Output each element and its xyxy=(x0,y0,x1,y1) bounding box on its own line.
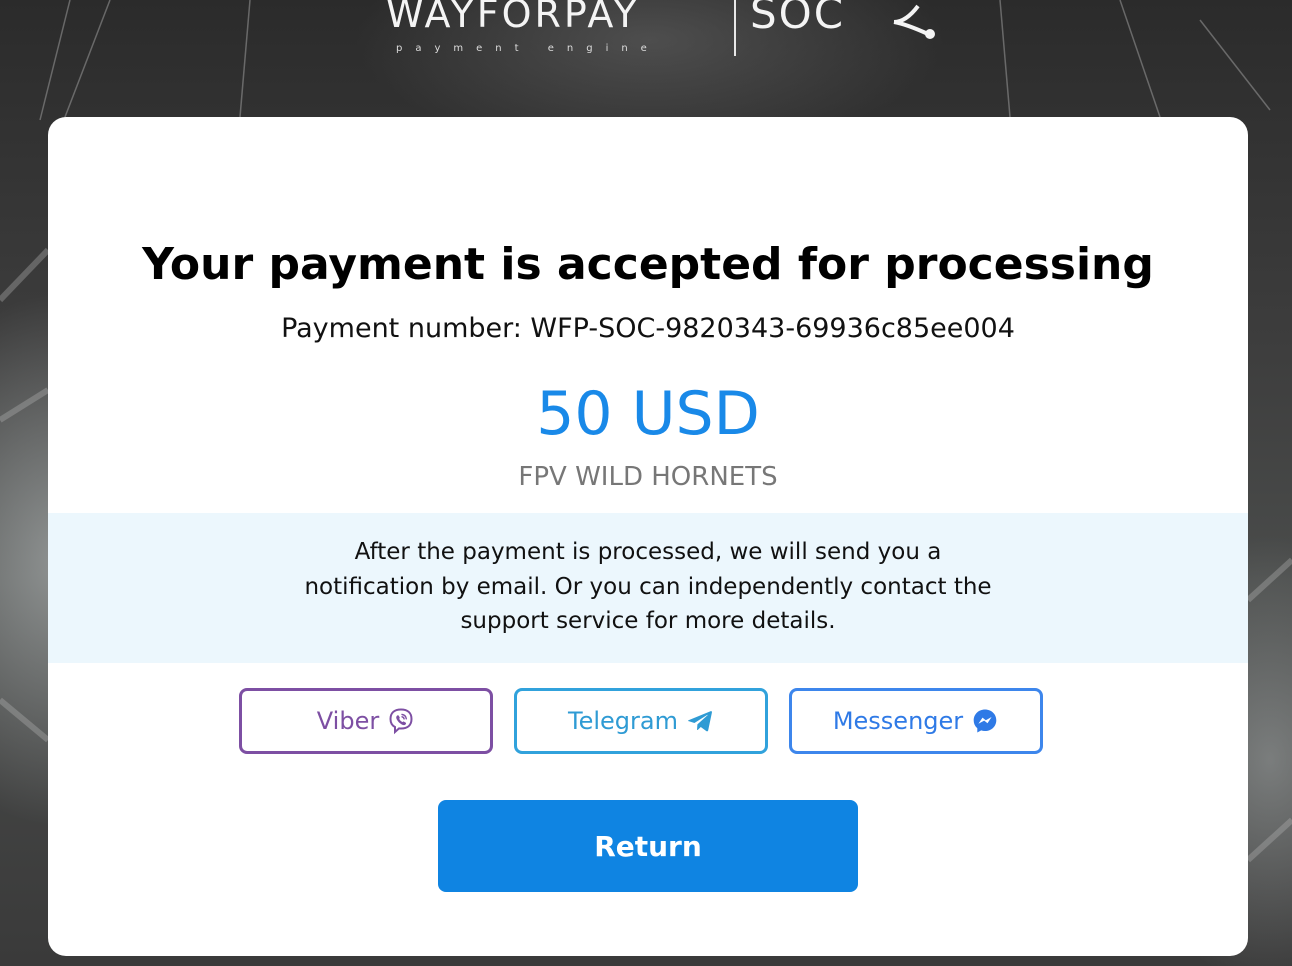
return-button[interactable]: Return xyxy=(438,800,858,892)
notice-text: After the payment is processed, we will … xyxy=(304,539,992,634)
share-icon xyxy=(893,4,935,39)
viber-icon xyxy=(389,708,413,735)
brand-name: WAYFORPAY xyxy=(386,0,640,36)
payment-result-card: Your payment is accepted for processing … xyxy=(48,117,1248,956)
messenger-icon xyxy=(973,709,997,733)
merchant-name: FPV WILD HORNETS xyxy=(518,462,778,492)
wayforpay-soc-logo: WAYFORPAY payment engine SOC xyxy=(380,0,940,62)
telegram-icon xyxy=(688,711,712,732)
logo-divider xyxy=(734,0,736,56)
support-contacts: Viber Telegram Messenger xyxy=(239,688,1051,760)
payment-amount: 50 USD xyxy=(536,379,760,449)
messenger-button[interactable]: Messenger xyxy=(789,688,1043,754)
notification-notice: After the payment is processed, we will … xyxy=(48,513,1248,663)
telegram-button[interactable]: Telegram xyxy=(514,688,768,754)
brand-tagline: payment engine xyxy=(396,43,660,54)
payment-number: Payment number: WFP-SOC-9820343-69936c85… xyxy=(281,313,1015,344)
messenger-button-label: Messenger xyxy=(832,707,964,735)
telegram-button-label: Telegram xyxy=(568,707,678,735)
page-title: Your payment is accepted for processing xyxy=(142,239,1154,290)
viber-button-label: Viber xyxy=(316,707,380,735)
viber-button[interactable]: Viber xyxy=(239,688,493,754)
partner-name: SOC xyxy=(750,0,846,38)
return-button-label: Return xyxy=(594,829,702,863)
